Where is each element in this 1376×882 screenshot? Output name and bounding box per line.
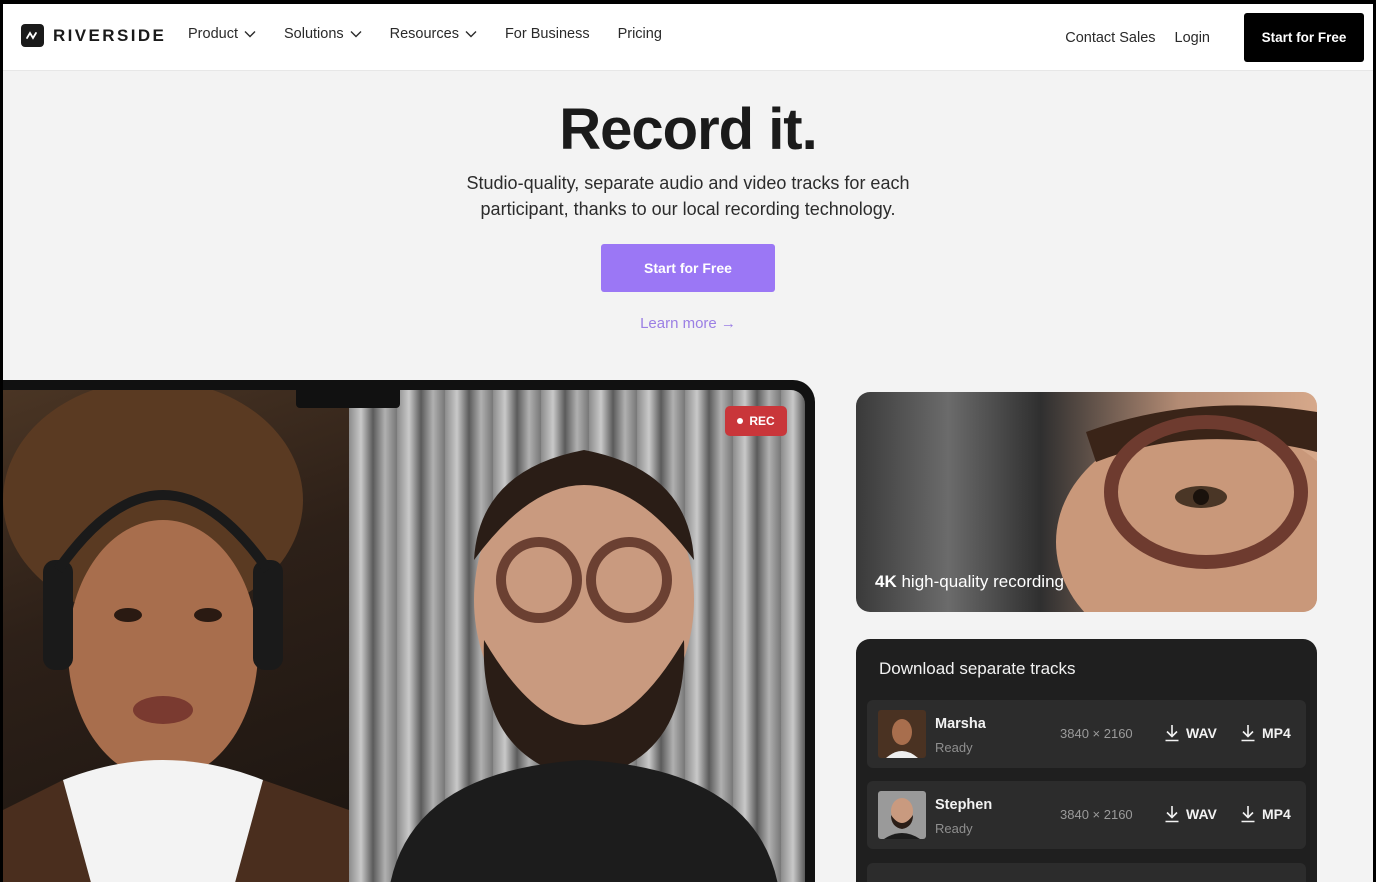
nav-links: Product Solutions Resources For Business… (188, 26, 662, 42)
learn-more-link[interactable]: Learn more → (3, 315, 1373, 332)
logo[interactable]: RIVERSIDE (21, 24, 166, 47)
camera-notch (296, 390, 400, 408)
download-wav-label: WAV (1186, 806, 1217, 822)
download-wav-button[interactable]: WAV (1164, 724, 1217, 742)
participant-man-illustration (390, 450, 778, 882)
download-mp4-button[interactable]: MP4 (1240, 805, 1291, 823)
hero-subtitle: Studio-quality, separate audio and video… (438, 170, 938, 222)
page-viewport: RIVERSIDE Product Solutions Resources Fo… (3, 4, 1373, 882)
hero-start-free-button[interactable]: Start for Free (601, 244, 775, 292)
nav-solutions[interactable]: Solutions (284, 26, 362, 42)
nav-for-business-label: For Business (504, 26, 590, 42)
download-icon (1241, 806, 1255, 823)
participant-woman-illustration (3, 390, 349, 882)
track-row-partial (867, 863, 1306, 882)
avatar (878, 710, 926, 758)
login-link[interactable]: Login (1175, 30, 1210, 46)
feature-4k-bold: 4K (875, 572, 897, 591)
participant-video-left (3, 390, 349, 882)
nav-pricing-label: Pricing (617, 26, 662, 42)
avatar (878, 791, 926, 839)
download-icon (1165, 806, 1179, 823)
download-icon (1165, 725, 1179, 742)
hero-title: Record it. (559, 97, 818, 162)
track-row: Stephen Ready 3840 × 2160 WAV MP4 (867, 781, 1306, 849)
download-icon (1241, 725, 1255, 742)
track-status: Ready (935, 821, 973, 836)
download-wav-button[interactable]: WAV (1164, 805, 1217, 823)
tracks-title: Download separate tracks (879, 659, 1076, 678)
feature-4k-text: high-quality recording (896, 572, 1064, 591)
laptop-mockup: REC (3, 380, 815, 882)
download-mp4-button[interactable]: MP4 (1240, 724, 1291, 742)
track-row: Marsha Ready 3840 × 2160 WAV MP4 (867, 700, 1306, 768)
track-resolution: 3840 × 2160 (1060, 807, 1133, 822)
download-wav-label: WAV (1186, 725, 1217, 741)
feature-4k-caption: 4K high-quality recording (875, 572, 1064, 592)
hero-subtitle-line-2: participant, thanks to our local recordi… (480, 199, 896, 219)
nav-pricing[interactable]: Pricing (618, 26, 662, 42)
track-name: Stephen (935, 797, 993, 813)
participant-video-right (349, 390, 805, 882)
rec-dot-icon (737, 418, 744, 424)
chevron-down-icon (465, 31, 477, 38)
download-mp4-label: MP4 (1262, 806, 1291, 822)
top-nav: RIVERSIDE Product Solutions Resources Fo… (3, 4, 1373, 71)
nav-resources-label: Resources (389, 26, 459, 42)
nav-product[interactable]: Product (188, 26, 256, 42)
track-resolution: 3840 × 2160 (1060, 726, 1133, 741)
nav-solutions-label: Solutions (283, 26, 344, 42)
nav-resources[interactable]: Resources (390, 26, 477, 42)
contact-sales-link[interactable]: Contact Sales (1065, 30, 1155, 46)
logo-text: RIVERSIDE (53, 25, 167, 45)
feature-4k-card: 4K high-quality recording (856, 392, 1317, 612)
chevron-down-icon (244, 31, 256, 38)
nav-right: Contact Sales Login Start for Free (1065, 4, 1373, 71)
chevron-down-icon (350, 31, 362, 38)
nav-start-free-button[interactable]: Start for Free (1244, 13, 1364, 62)
rec-badge: REC (725, 406, 787, 436)
hero-subtitle-line-1: Studio-quality, separate audio and video… (466, 173, 910, 193)
logo-mark-icon (21, 24, 44, 47)
nav-product-label: Product (188, 26, 238, 42)
download-mp4-label: MP4 (1262, 725, 1291, 741)
rec-label: REC (749, 414, 775, 428)
download-tracks-card: Download separate tracks Marsha Ready 38… (856, 639, 1317, 882)
track-name: Marsha (935, 716, 986, 732)
laptop-screen: REC (3, 390, 805, 882)
nav-for-business[interactable]: For Business (505, 26, 590, 42)
track-status: Ready (935, 740, 973, 755)
